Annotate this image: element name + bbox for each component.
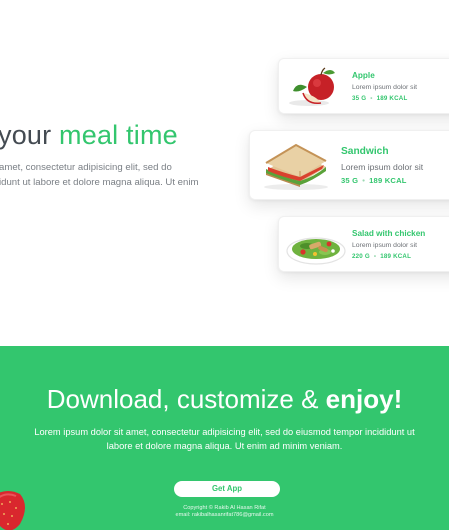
- meal-card-description: Lorem ipsum dolor sit: [352, 242, 417, 249]
- meal-card-calories: 189 KCAL: [376, 95, 408, 102]
- meal-card-apple[interactable]: Apple Lorem ipsum dolor sit 35 G • 189 KCA…: [278, 58, 449, 114]
- strawberry-image: [0, 491, 25, 530]
- meal-card-stats: 35 G • 189 KCAL: [341, 176, 407, 185]
- meal-card-weight: 35 G: [341, 176, 359, 185]
- contact-email: email: rakibalhasanrifat786@gmail.com: [175, 512, 274, 518]
- meal-card-description: Lorem ipsum dolor sit: [352, 84, 417, 91]
- hero-subtitle-line-2: idunt ut labore et dolore magna aliqua. …: [0, 176, 199, 188]
- footer-copyright: Copyright © Rakib Al Hasan Rifat email: …: [0, 505, 449, 519]
- meal-card-stats: 220 G • 189 KCAL: [352, 253, 411, 260]
- download-description: Lorem ipsum dolor sit amet, consectetur …: [12, 426, 437, 453]
- salad-image: [286, 237, 346, 265]
- download-title-bold: enjoy!: [325, 384, 403, 414]
- download-title-prefix: Download, customize &: [46, 384, 326, 414]
- hero-title-accent: meal time: [59, 120, 178, 150]
- meal-card-weight: 220 G: [352, 253, 370, 260]
- get-app-button[interactable]: Get App: [174, 481, 280, 497]
- hero-subtitle-line-1: amet, consectetur adipisicing elit, sed …: [0, 162, 172, 173]
- sandwich-image: [264, 143, 328, 190]
- hero-section: your meal time amet, consectetur adipisi…: [0, 0, 449, 346]
- download-description-line-1: Lorem ipsum dolor sit amet, consectetur …: [34, 427, 415, 437]
- meal-card-calories: 189 KCAL: [380, 253, 412, 260]
- meal-card-title: Salad with chicken: [352, 229, 426, 238]
- hero-subtitle: amet, consectetur adipisicing elit, sed …: [0, 161, 198, 190]
- meal-card-title: Apple: [352, 71, 375, 80]
- stats-separator: •: [373, 253, 377, 260]
- stats-separator: •: [370, 95, 373, 102]
- hero-title: your meal time: [0, 120, 178, 151]
- download-section: Download, customize & enjoy! Lorem ipsum…: [0, 346, 449, 530]
- hero-title-prefix: your: [0, 120, 60, 150]
- download-title: Download, customize & enjoy!: [0, 384, 449, 415]
- meal-card-weight: 35 G: [352, 95, 367, 102]
- meal-card-calories: 189 KCAL: [369, 176, 407, 185]
- meal-card-stats: 35 G • 189 KCAL: [352, 95, 407, 102]
- meal-card-title: Sandwich: [341, 146, 389, 157]
- stats-separator: •: [362, 176, 366, 185]
- copyright-text: Copyright © Rakib Al Hasan Rifat: [183, 505, 266, 511]
- apple-image: [289, 67, 335, 106]
- meal-card-salad[interactable]: Salad with chicken Lorem ipsum dolor sit…: [278, 216, 449, 272]
- download-description-line-2: labore et dolore magna aliqua. Ut enim a…: [106, 440, 343, 451]
- meal-card-description: Lorem ipsum dolor sit: [341, 162, 424, 172]
- meal-card-sandwich[interactable]: Sandwich Lorem ipsum dolor sit 35 G • 189 …: [249, 130, 449, 200]
